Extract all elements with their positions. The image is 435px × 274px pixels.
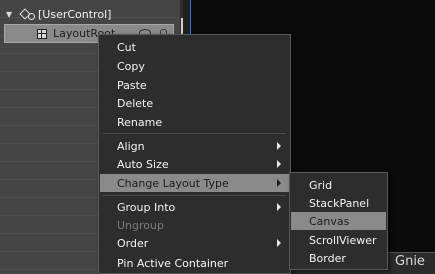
menu-item-pin-active-container[interactable]: Pin Active Container: [100, 254, 289, 272]
submenu-arrow-icon: [277, 203, 281, 211]
menu-item-label: Order: [117, 236, 149, 250]
submenu-item-grid[interactable]: Grid: [291, 176, 386, 194]
submenu-item-scrollviewer[interactable]: ScrollViewer: [291, 231, 386, 249]
grid-icon: [37, 28, 47, 39]
menu-item-ungroup: Ungroup: [100, 216, 289, 234]
submenu-item-label: Grid: [309, 178, 333, 192]
menu-item-change-layout-type[interactable]: Change Layout Type: [100, 174, 289, 192]
menu-item-label: Group Into: [117, 200, 176, 214]
menu-item-copy[interactable]: Copy: [100, 57, 289, 75]
status-text: Gnie: [395, 254, 425, 269]
submenu-item-label: StackPanel: [309, 196, 370, 210]
submenu-item-label: ScrollViewer: [309, 233, 377, 247]
submenu-arrow-icon: [277, 160, 281, 168]
submenu-arrow-icon: [277, 142, 281, 150]
menu-item-paste[interactable]: Paste: [100, 76, 289, 94]
submenu-item-label: Canvas: [309, 214, 350, 228]
menu-item-group-into[interactable]: Group Into: [100, 198, 289, 216]
menu-item-label: Align: [117, 139, 145, 153]
submenu-item-label: Border: [309, 251, 346, 265]
layout-type-submenu: Grid StackPanel Canvas ScrollViewer Bord…: [289, 172, 388, 270]
app-window: ▼ [UserControl] LayoutRoot Gnie Cut Copy…: [0, 0, 435, 274]
menu-item-label: Cut: [117, 40, 136, 54]
submenu-item-stackpanel[interactable]: StackPanel: [291, 194, 386, 212]
submenu-item-canvas[interactable]: Canvas: [291, 212, 386, 230]
usercontrol-icon: [20, 8, 35, 20]
menu-item-label: Pin Active Container: [117, 256, 229, 270]
menu-item-auto-size[interactable]: Auto Size: [100, 155, 289, 173]
menu-separator: [103, 195, 286, 196]
menu-item-label: Auto Size: [117, 157, 169, 171]
menu-item-delete[interactable]: Delete: [100, 94, 289, 112]
collapse-arrow-icon[interactable]: ▼: [6, 10, 16, 19]
menu-item-order[interactable]: Order: [100, 234, 289, 252]
tree-item-usercontrol[interactable]: ▼ [UserControl]: [0, 5, 180, 23]
context-menu: Cut Copy Paste Delete Rename Align Auto …: [98, 34, 291, 274]
tree-item-label: [UserControl]: [38, 7, 112, 21]
menu-item-label: Ungroup: [117, 218, 164, 232]
menu-item-cut[interactable]: Cut: [100, 38, 289, 56]
menu-separator: [103, 133, 286, 134]
menu-item-rename[interactable]: Rename: [100, 113, 289, 131]
menu-item-label: Copy: [117, 59, 145, 73]
submenu-arrow-icon: [277, 179, 281, 187]
submenu-item-border[interactable]: Border: [291, 249, 386, 267]
menu-item-label: Change Layout Type: [117, 176, 229, 190]
submenu-arrow-icon: [277, 239, 281, 247]
menu-item-align[interactable]: Align: [100, 137, 289, 155]
menu-item-label: Delete: [117, 96, 154, 110]
menu-item-label: Paste: [117, 78, 147, 92]
menu-item-label: Rename: [117, 115, 163, 129]
